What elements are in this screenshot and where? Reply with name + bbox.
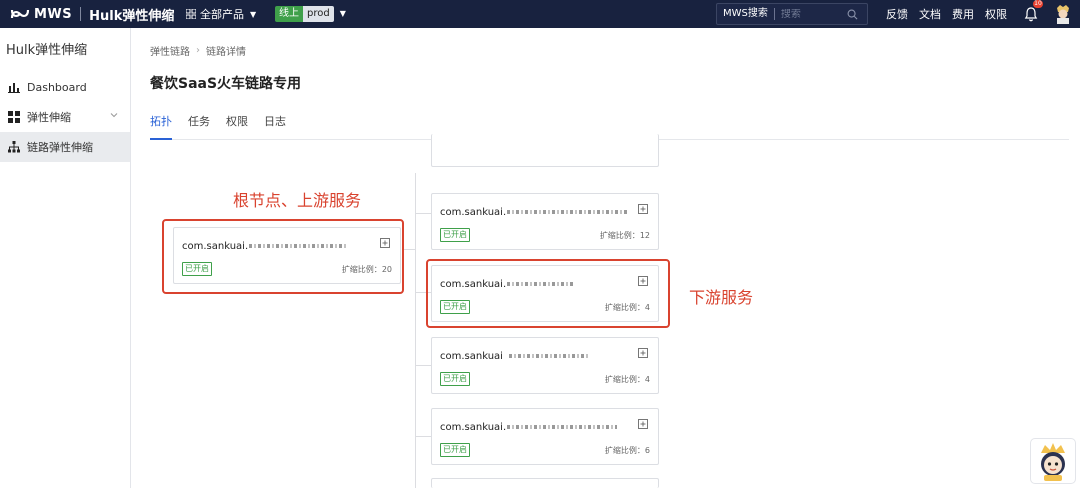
sidebar-item-elastic-scaling[interactable]: 弹性伸缩	[0, 102, 130, 132]
scale-label: 扩缩比例：	[599, 231, 640, 240]
service-node-partial[interactable]	[431, 478, 659, 488]
assistant-avatar-icon	[1041, 443, 1065, 481]
feedback-link[interactable]: 反馈	[886, 6, 908, 22]
tab-logs[interactable]: 日志	[264, 112, 286, 140]
tab-topology[interactable]: 拓扑	[150, 112, 172, 140]
downstream-service-node[interactable]: com.sankuai. 已开启 扩缩比例：12	[431, 193, 659, 250]
brand-divider	[80, 7, 82, 21]
brand-name: MWS	[34, 6, 73, 22]
sidebar-item-chain-scaling[interactable]: 链路弹性伸缩	[0, 132, 130, 162]
branch-connector	[416, 365, 432, 366]
node-service-name: com.sankuai	[440, 351, 589, 362]
tab-tasks[interactable]: 任务	[188, 112, 210, 140]
branch-connector	[416, 213, 432, 214]
app-name: Hulk弹性伸缩	[89, 8, 175, 24]
scale-label: 扩缩比例：	[604, 375, 645, 384]
scale-ratio: 扩缩比例：6	[605, 445, 650, 456]
apps-grid-icon	[186, 9, 196, 19]
permission-link[interactable]: 权限	[985, 6, 1007, 22]
node-service-name: com.sankuai.	[440, 422, 618, 433]
expand-icon[interactable]	[638, 348, 648, 358]
page-title: 餐饮SaaS火车链路专用	[150, 76, 302, 92]
scale-ratio: 扩缩比例：4	[605, 374, 650, 385]
status-badge: 已开启	[440, 372, 470, 386]
breadcrumb-current: 链路详情	[206, 47, 246, 58]
scale-value: 12	[639, 231, 650, 240]
annotation-downstream-label: 下游服务	[689, 288, 754, 307]
breadcrumb-link[interactable]: 弹性链路	[150, 43, 190, 58]
topology-trunk-line	[415, 173, 416, 488]
sidebar-item-label: Dashboard	[27, 80, 87, 94]
service-name-text: com.sankuai.	[440, 422, 507, 433]
root-connector	[402, 249, 416, 250]
bar-chart-icon	[8, 83, 20, 93]
search-scope-label[interactable]: MWS搜索	[717, 8, 775, 20]
node-service-name: com.sankuai.	[440, 207, 628, 218]
grid-icon	[8, 111, 20, 123]
breadcrumb: 弹性链路 › 链路详情	[150, 43, 246, 58]
top-navigation-bar: MWS Hulk弹性伸缩 全部产品 ▼ 线上 prod ▼ MWS搜索 反馈 文…	[0, 0, 1080, 28]
user-avatar[interactable]	[1054, 4, 1072, 24]
status-badge: 已开启	[440, 228, 470, 242]
service-node-partial[interactable]	[431, 134, 659, 167]
sidebar-item-label: 链路弹性伸缩	[27, 141, 93, 154]
scale-label: 扩缩比例：	[604, 446, 645, 455]
sidebar-item-label: 弹性伸缩	[27, 111, 71, 124]
scale-ratio: 扩缩比例：12	[600, 230, 650, 241]
all-products-label: 全部产品	[200, 8, 244, 21]
redacted-text	[507, 210, 628, 214]
chevron-right-icon: ›	[196, 45, 200, 56]
brand-area[interactable]: MWS Hulk弹性伸缩	[10, 0, 174, 28]
tree-icon	[8, 141, 20, 153]
docs-link[interactable]: 文档	[919, 6, 941, 22]
assistant-bot-button[interactable]	[1030, 438, 1076, 484]
redacted-text	[508, 354, 589, 358]
status-badge: 已开启	[440, 443, 470, 457]
scale-value: 6	[644, 446, 650, 455]
billing-link[interactable]: 费用	[952, 6, 974, 22]
service-name-text: com.sankuai	[440, 351, 503, 362]
sidebar-item-dashboard[interactable]: Dashboard	[0, 72, 130, 102]
env-name: prod	[303, 5, 334, 22]
sidebar-title: Hulk弹性伸缩	[6, 43, 88, 58]
bell-icon[interactable]	[1024, 6, 1038, 22]
downstream-service-node[interactable]: com.sankuai. 已开启 扩缩比例：6	[431, 408, 659, 465]
search-icon[interactable]	[847, 9, 858, 20]
caret-down-icon: ▼	[250, 9, 257, 19]
branch-connector	[416, 436, 432, 437]
redacted-text	[507, 425, 618, 429]
notification-badge: 10	[1033, 0, 1043, 8]
chevron-down-icon	[110, 113, 118, 118]
tab-permissions[interactable]: 权限	[226, 112, 248, 140]
env-badge: 线上	[275, 5, 303, 22]
sidebar: Hulk弹性伸缩 Dashboard 弹性伸缩 链路弹性伸缩	[0, 28, 131, 488]
expand-icon[interactable]	[638, 204, 648, 214]
search-input[interactable]	[774, 8, 845, 20]
top-links: 反馈 文档 费用 权限	[886, 0, 1018, 28]
expand-icon[interactable]	[638, 419, 648, 429]
global-search: MWS搜索	[716, 3, 868, 25]
downstream-service-node[interactable]: com.sankuai 已开启 扩缩比例：4	[431, 337, 659, 394]
annotation-downstream-box	[426, 259, 670, 328]
all-products-menu[interactable]: 全部产品 ▼	[186, 0, 256, 28]
caret-down-icon: ▼	[339, 9, 346, 18]
annotation-root-label: 根节点、上游服务	[233, 191, 362, 210]
annotation-root-box	[162, 219, 404, 294]
environment-selector[interactable]: 线上 prod ▼	[275, 5, 346, 22]
service-name-text: com.sankuai.	[440, 207, 507, 218]
mws-logo-icon	[10, 9, 30, 19]
scale-value: 4	[644, 375, 650, 384]
